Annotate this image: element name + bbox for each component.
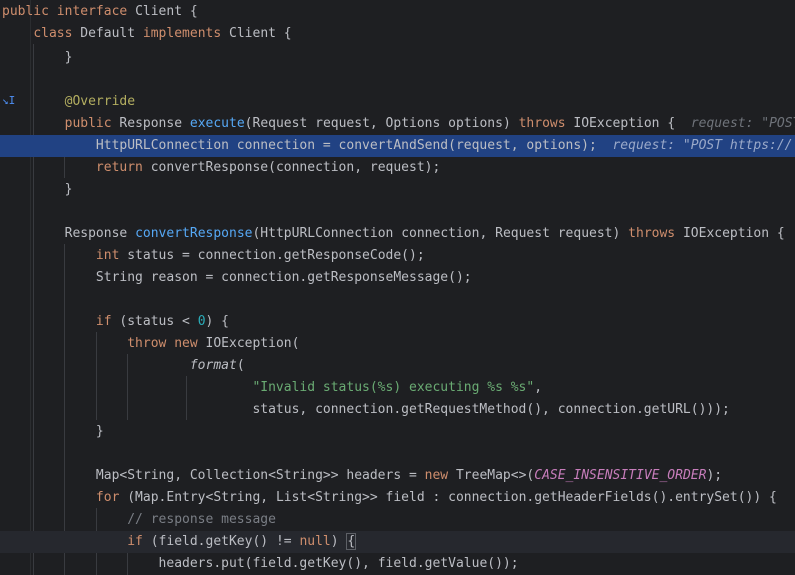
code-line[interactable]: status, connection.getRequestMethod(), c… <box>0 399 795 421</box>
keyword: for <box>95 490 120 505</box>
code-text: } <box>64 182 73 197</box>
code-text: (field.getKey() != <box>150 534 300 549</box>
code-text: IOException( <box>205 336 300 351</box>
code-text: Client { <box>135 4 198 19</box>
keyword: interface <box>56 4 128 19</box>
code-editor[interactable]: ↘I public interface Client { class Defau… <box>0 0 795 575</box>
code-text: status = connection.getResponseCode(); <box>127 248 425 263</box>
static-method-name: format <box>189 358 237 373</box>
code-text: status, connection.getRequestMethod(), c… <box>252 402 730 417</box>
keyword: throws <box>518 116 566 131</box>
keyword: null <box>299 534 331 549</box>
code-text: IOException { <box>573 116 676 131</box>
keyword: throw <box>127 336 167 351</box>
code-line[interactable]: } <box>0 47 795 69</box>
code-line[interactable]: format( <box>0 355 795 377</box>
number-literal: 0 <box>197 314 206 329</box>
code-text: Response <box>64 226 128 241</box>
code-line[interactable]: "Invalid status(%s) executing %s %s", <box>0 377 795 399</box>
keyword: if <box>95 314 112 329</box>
comment: // response message <box>127 512 276 527</box>
code-text: (HttpURLConnection connection, Request r… <box>252 226 621 241</box>
code-line[interactable]: public Response execute(Request request,… <box>0 113 795 135</box>
string-literal: "Invalid status(%s) executing %s %s" <box>252 380 535 395</box>
annotation: @Override <box>64 94 136 109</box>
code-text: ( <box>236 358 245 373</box>
code-line[interactable]: } <box>0 421 795 443</box>
keyword: new <box>424 468 449 483</box>
code-line[interactable]: for (Map.Entry<String, List<String>> fie… <box>0 487 795 509</box>
code-text: TreeMap<>( <box>455 468 535 483</box>
code-text: } <box>64 50 73 65</box>
code-line[interactable]: public interface Client { <box>0 1 795 23</box>
caret-line[interactable]: if (field.getKey() != null) { <box>0 531 795 553</box>
inline-debug-hint: request: "POST <box>690 116 795 131</box>
code-line[interactable]: int status = connection.getResponseCode(… <box>0 245 795 267</box>
inline-debug-hint: request: "POST https:// <box>612 138 793 153</box>
code-text: Default <box>80 26 136 41</box>
code-text: (status < <box>119 314 198 329</box>
keyword: public <box>2 4 49 19</box>
code-line[interactable]: class Default implements Client { <box>0 23 795 45</box>
code-text: } <box>95 424 104 439</box>
matched-brace: { <box>346 533 357 550</box>
keyword: if <box>127 534 143 549</box>
code-text: Map<String, Collection<String>> headers … <box>95 468 425 483</box>
code-line[interactable]: throw new IOException( <box>0 333 795 355</box>
code-line[interactable]: return convertResponse(connection, reque… <box>0 157 795 179</box>
code-text: convertResponse(connection, request); <box>150 160 441 175</box>
code-text: Client { <box>229 26 292 41</box>
method-name: convertResponse <box>135 226 253 241</box>
code-line[interactable]: Response convertResponse(HttpURLConnecti… <box>0 223 795 245</box>
code-text: String reason = connection.getResponseMe… <box>95 270 472 285</box>
keyword: int <box>95 248 120 263</box>
code-line[interactable]: } <box>0 179 795 201</box>
keyword: implements <box>142 26 222 41</box>
code-text: (Request request, Options options) <box>244 116 511 131</box>
code-line[interactable]: // response message <box>0 509 795 531</box>
code-text: HttpURLConnection connection = convertAn… <box>95 138 597 153</box>
keyword: throws <box>628 226 676 241</box>
code-text: ); <box>706 468 723 483</box>
keyword: class <box>33 26 73 41</box>
code-text: Response <box>119 116 183 131</box>
code-text: ) { <box>205 314 229 329</box>
code-line[interactable]: if (status < 0) { <box>0 311 795 333</box>
constant: CASE_INSENSITIVE_ORDER <box>534 468 707 483</box>
keyword: public <box>64 116 112 131</box>
code-text: (Map.Entry<String, List<String>> field :… <box>127 490 777 505</box>
code-line[interactable]: @Override <box>0 91 795 113</box>
keyword: return <box>95 160 143 175</box>
code-text: headers.put(field.getKey(), field.getVal… <box>158 556 519 571</box>
code-line[interactable]: headers.put(field.getKey(), field.getVal… <box>0 553 795 575</box>
code-line[interactable]: Map<String, Collection<String>> headers … <box>0 465 795 487</box>
code-text: ) <box>330 534 339 549</box>
code-line[interactable]: String reason = connection.getResponseMe… <box>0 267 795 289</box>
keyword: new <box>174 336 198 351</box>
code-text: , <box>534 380 543 395</box>
method-name: execute <box>189 116 245 131</box>
execution-line[interactable]: HttpURLConnection connection = convertAn… <box>0 135 795 157</box>
code-text: IOException { <box>682 226 785 241</box>
